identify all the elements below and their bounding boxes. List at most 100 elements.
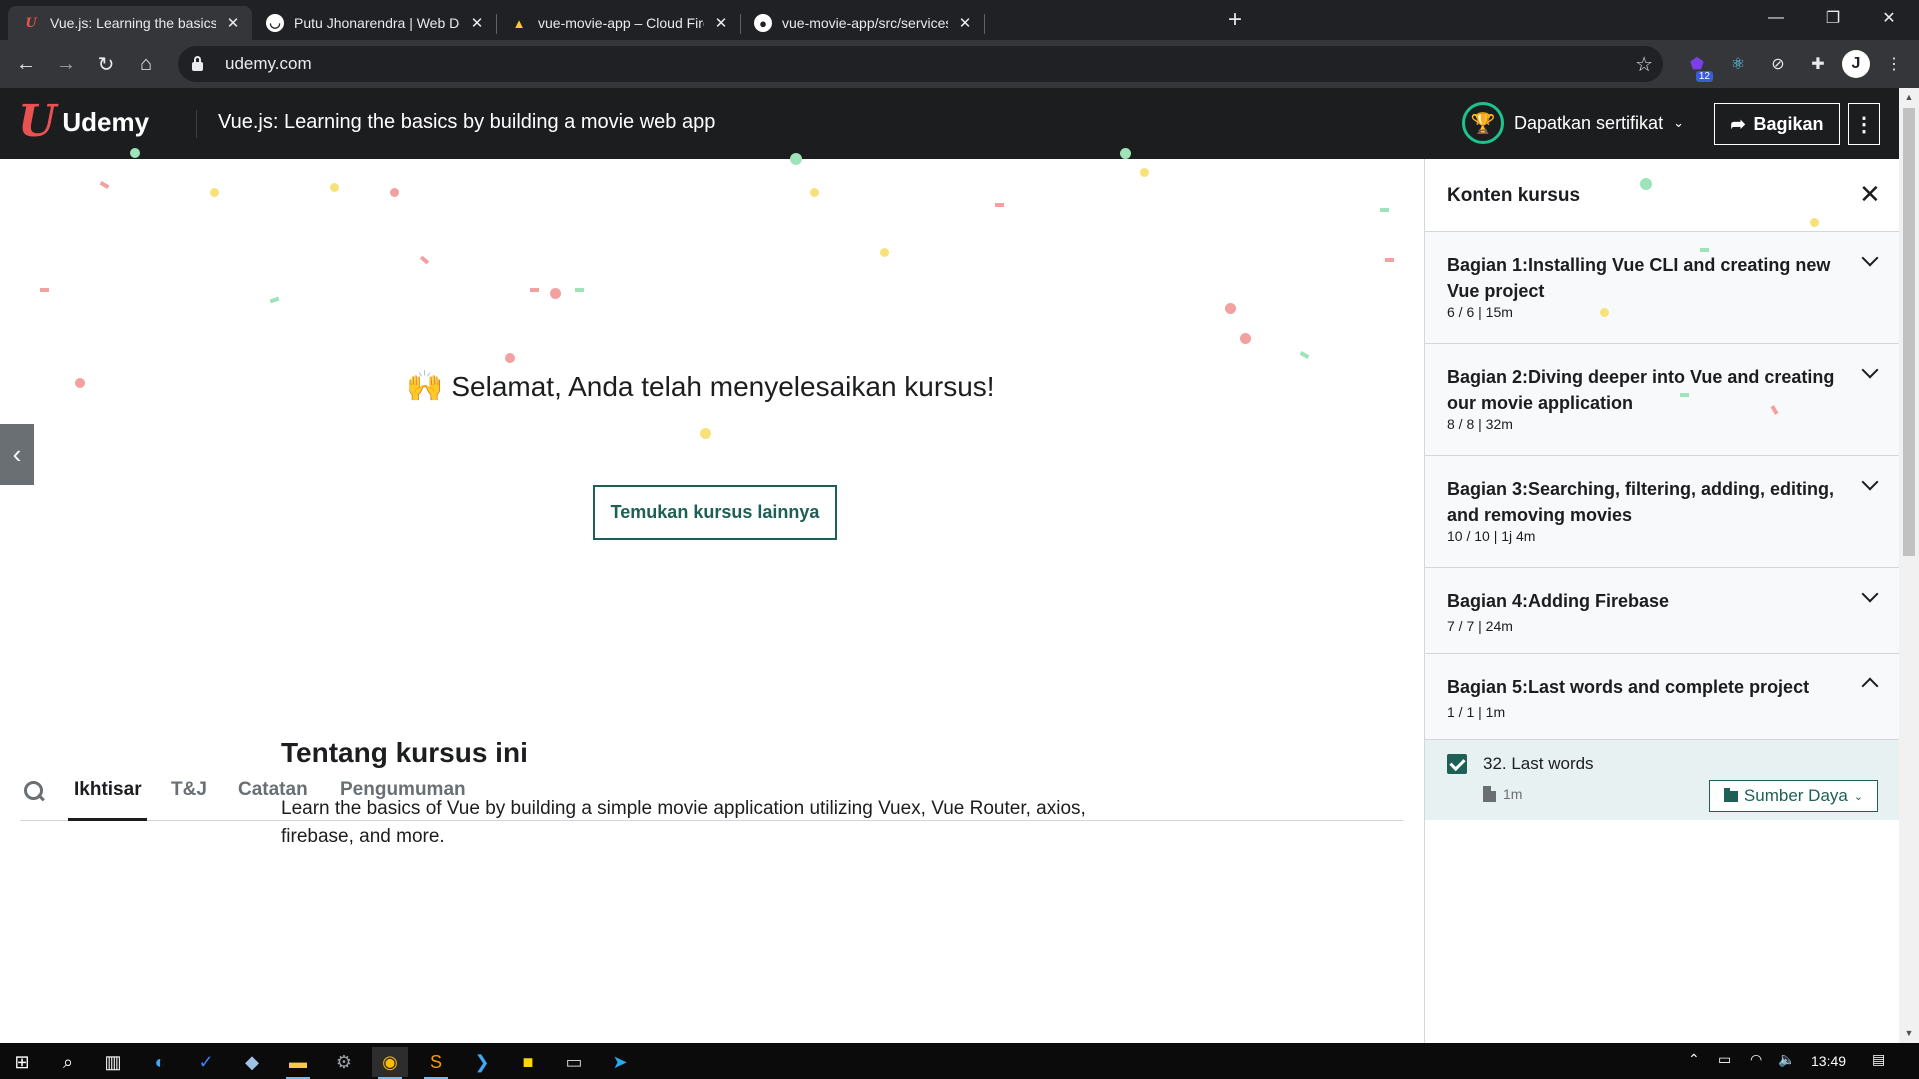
congrats-text: Selamat, Anda telah menyelesaikan kursus… bbox=[451, 370, 995, 402]
share-button[interactable]: ➦ Bagikan bbox=[1714, 103, 1840, 145]
section-5[interactable]: Bagian 5:Last words and complete project… bbox=[1425, 654, 1900, 740]
react-devtools-icon[interactable]: ⚛ bbox=[1724, 50, 1752, 78]
section-2[interactable]: Bagian 2:Diving deeper into Vue and crea… bbox=[1425, 344, 1900, 456]
section-title: Bagian 3:Searching, filtering, adding, e… bbox=[1447, 479, 1835, 525]
chevron-up-icon[interactable] bbox=[1859, 672, 1881, 694]
section-4[interactable]: Bagian 4:Adding Firebase 7 / 7 | 24m bbox=[1425, 568, 1900, 654]
trophy-icon: 🏆 bbox=[1462, 102, 1504, 144]
restore-icon[interactable]: ❐ bbox=[1810, 0, 1856, 36]
battery-icon[interactable]: ▭ bbox=[1718, 1051, 1731, 1068]
extension-badge: 12 bbox=[1695, 71, 1713, 82]
chevron-down-icon[interactable] bbox=[1859, 474, 1881, 496]
reload-icon[interactable]: ↻ bbox=[90, 48, 122, 80]
scroll-down-icon[interactable]: ▼ bbox=[1903, 1028, 1915, 1038]
lecture-item[interactable]: 32. Last words 1m Sumber Daya ⌄ bbox=[1425, 740, 1900, 820]
notifications-icon[interactable]: ▤ bbox=[1872, 1051, 1885, 1068]
blocker-extension-icon[interactable]: ⊘ bbox=[1764, 50, 1792, 78]
chevron-left-icon: ‹ bbox=[12, 439, 22, 469]
certificate-label: Dapatkan sertifikat bbox=[1514, 112, 1664, 133]
volume-icon[interactable]: 🔈 bbox=[1778, 1051, 1795, 1068]
chevron-down-icon: ⌄ bbox=[1853, 790, 1864, 803]
browser-tab-portfolio[interactable]: ◡ Putu Jhonarendra | Web Develop ✕ bbox=[252, 6, 496, 40]
url-text: udemy.com bbox=[225, 54, 312, 73]
app-icon[interactable]: ◆ bbox=[234, 1047, 270, 1077]
chevron-down-icon: ⌄ bbox=[1673, 115, 1684, 130]
lecture-complete-checkbox[interactable] bbox=[1447, 754, 1467, 774]
new-tab-icon[interactable]: + bbox=[1221, 6, 1249, 34]
extension-shield-icon[interactable]: ⬟ 12 bbox=[1683, 50, 1713, 82]
chevron-down-icon[interactable] bbox=[1859, 586, 1881, 608]
section-title: Bagian 5:Last words and complete project bbox=[1447, 677, 1810, 697]
section-3[interactable]: Bagian 3:Searching, filtering, adding, e… bbox=[1425, 456, 1900, 568]
tab-qa[interactable]: T&J bbox=[171, 779, 207, 801]
close-icon[interactable]: ✕ bbox=[1859, 179, 1881, 210]
todo-icon[interactable]: ✓ bbox=[188, 1047, 224, 1077]
smile-favicon-icon: ◡ bbox=[266, 14, 284, 32]
find-more-courses-button[interactable]: Temukan kursus lainnya bbox=[593, 485, 837, 540]
section-meta: 8 / 8 | 32m bbox=[1447, 416, 1513, 432]
vscode-icon[interactable]: ❯ bbox=[464, 1047, 500, 1077]
search-icon[interactable]: ⌕ bbox=[50, 1047, 86, 1077]
task-view-icon[interactable]: ▥ bbox=[95, 1047, 131, 1077]
terminal-icon[interactable]: ▭ bbox=[556, 1047, 592, 1077]
browser-tab-firestore[interactable]: ▲ vue-movie-app – Cloud Firestore ✕ bbox=[496, 6, 740, 40]
section-1[interactable]: Bagian 1:Installing Vue CLI and creating… bbox=[1425, 232, 1900, 344]
sublime-text-icon[interactable]: S bbox=[418, 1047, 454, 1079]
sidebar-header: Konten kursus ✕ bbox=[1425, 159, 1900, 232]
telegram-icon[interactable]: ➤ bbox=[602, 1047, 638, 1077]
raised-hands-icon: 🙌 bbox=[406, 370, 444, 403]
profile-avatar-icon[interactable]: J bbox=[1842, 50, 1870, 78]
close-tab-icon[interactable]: ✕ bbox=[956, 14, 974, 32]
page-scrollbar[interactable]: ▲ ▼ bbox=[1899, 88, 1919, 1043]
completion-message: 🙌 Selamat, Anda telah menyelesaikan kurs… bbox=[406, 369, 995, 404]
browser-tab-github[interactable]: ● vue-movie-app/src/services at m ✕ bbox=[740, 6, 984, 40]
back-icon[interactable]: ← bbox=[10, 48, 42, 80]
minimize-icon[interactable]: — bbox=[1753, 0, 1799, 36]
more-options-button[interactable]: ⋮ bbox=[1848, 103, 1880, 145]
resources-label: Sumber Daya bbox=[1743, 786, 1848, 805]
chrome-icon[interactable]: ◉ bbox=[372, 1047, 408, 1079]
course-title[interactable]: Vue.js: Learning the basics by building … bbox=[218, 111, 715, 134]
browser-menu-icon[interactable]: ⋮ bbox=[1880, 50, 1908, 78]
resources-dropdown[interactable]: Sumber Daya ⌄ bbox=[1709, 780, 1878, 812]
chevron-down-icon[interactable] bbox=[1859, 250, 1881, 272]
about-course-heading: Tentang kursus ini bbox=[281, 737, 528, 768]
search-icon[interactable] bbox=[24, 781, 46, 803]
close-tab-icon[interactable]: ✕ bbox=[224, 14, 242, 32]
sticky-notes-icon[interactable]: ■ bbox=[510, 1047, 546, 1077]
scroll-up-icon[interactable]: ▲ bbox=[1903, 92, 1915, 102]
wifi-icon[interactable]: ◠ bbox=[1750, 1051, 1762, 1068]
github-favicon-icon: ● bbox=[754, 14, 772, 32]
certificate-button[interactable]: 🏆 Dapatkan sertifikat ⌄ bbox=[1462, 102, 1684, 144]
folder-icon bbox=[1723, 787, 1738, 802]
udemy-u-icon: U bbox=[18, 96, 57, 147]
edge-icon[interactable]: ◐ bbox=[142, 1047, 178, 1077]
scrollbar-thumb[interactable] bbox=[1903, 108, 1915, 556]
tab-overview[interactable]: Ikhtisar bbox=[74, 779, 142, 801]
about-course-description: Learn the basics of Vue by building a si… bbox=[281, 798, 1086, 847]
course-content-sidebar: Konten kursus ✕ Bagian 1:Installing Vue … bbox=[1424, 159, 1900, 1043]
windows-start-icon[interactable]: ⊞ bbox=[4, 1047, 40, 1077]
file-explorer-icon[interactable]: ▬ bbox=[280, 1047, 316, 1079]
address-bar[interactable]: udemy.com ☆ bbox=[178, 46, 1663, 82]
bookmark-star-icon[interactable]: ☆ bbox=[1635, 52, 1653, 77]
header-divider bbox=[196, 110, 197, 138]
tab-title: vue-movie-app/src/services at m bbox=[782, 15, 948, 31]
expand-sidebar-button[interactable]: ‹ bbox=[0, 424, 34, 485]
settings-app-icon[interactable]: ⚙ bbox=[326, 1047, 362, 1077]
home-icon[interactable]: ⌂ bbox=[130, 48, 162, 80]
udemy-logo[interactable]: U Udemy bbox=[18, 96, 149, 147]
clock[interactable]: 13:49 bbox=[1811, 1053, 1846, 1069]
close-tab-icon[interactable]: ✕ bbox=[712, 14, 730, 32]
tray-chevron-up-icon[interactable]: ⌃ bbox=[1688, 1051, 1700, 1068]
browser-tab-udemy[interactable]: U Vue.js: Learning the basics by bui ✕ bbox=[8, 6, 252, 40]
chevron-down-icon[interactable] bbox=[1859, 362, 1881, 384]
window-close-icon[interactable]: ✕ bbox=[1866, 0, 1912, 36]
share-arrow-icon: ➦ bbox=[1730, 113, 1746, 134]
forward-icon[interactable]: → bbox=[50, 48, 82, 80]
extensions-puzzle-icon[interactable]: ✚ bbox=[1804, 50, 1832, 78]
browser-tabstrip: U Vue.js: Learning the basics by bui ✕ ◡… bbox=[0, 0, 1919, 40]
section-title: Bagian 2:Diving deeper into Vue and crea… bbox=[1447, 367, 1835, 413]
kebab-icon: ⋮ bbox=[1854, 113, 1874, 136]
close-tab-icon[interactable]: ✕ bbox=[468, 14, 486, 32]
